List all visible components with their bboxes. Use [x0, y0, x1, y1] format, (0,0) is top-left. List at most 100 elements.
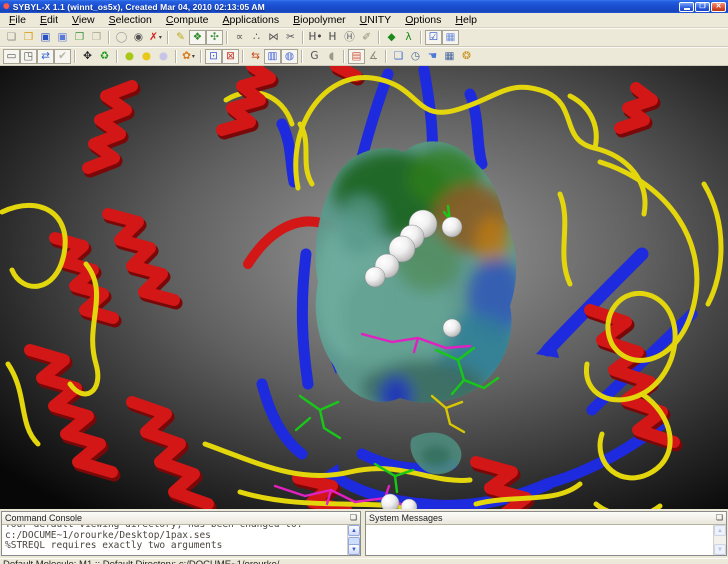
- remote-display-icon[interactable]: ▦: [441, 49, 458, 64]
- display-window-icon-glyph: ▭: [7, 51, 17, 62]
- bond-tool-icon[interactable]: ⋈: [265, 30, 282, 45]
- window-manager-icon-glyph: ❏: [394, 51, 403, 62]
- mouse-settings-icon[interactable]: ◖: [323, 49, 340, 64]
- add-hydrogens-icon[interactable]: H•: [307, 30, 324, 45]
- join-atoms-icon[interactable]: ∝: [231, 30, 248, 45]
- sphere-display-icon[interactable]: ◍: [281, 49, 298, 64]
- cut-bond-icon[interactable]: ✂: [282, 30, 299, 45]
- viewport-3d[interactable]: [0, 66, 728, 509]
- apply-view-icon[interactable]: ✔: [54, 49, 71, 64]
- measure-tool-icon-glyph: λ: [405, 32, 411, 43]
- title-bar[interactable]: ✺ SYBYL-X 1.1 (winnt_os5x), Created Mar …: [0, 0, 728, 13]
- menu-item-options[interactable]: Options: [398, 13, 448, 27]
- delete-icon[interactable]: ✗▾: [147, 30, 164, 45]
- status-bar: Default Molecule: M1 :: Default Director…: [0, 558, 728, 564]
- menu-item-compute[interactable]: Compute: [159, 13, 216, 27]
- restore-button[interactable]: ❐: [695, 2, 710, 12]
- license-icon[interactable]: ❂: [458, 49, 475, 64]
- add-label-icon[interactable]: ⊡: [205, 49, 222, 64]
- new-file-icon[interactable]: ❏: [3, 30, 20, 45]
- menu-item-applications[interactable]: Applications: [215, 13, 286, 27]
- add-light-icon[interactable]: ●: [121, 49, 138, 64]
- open-file-icon[interactable]: ❒: [20, 30, 37, 45]
- add-light-icon-glyph: ●: [125, 51, 134, 62]
- system-messages-header[interactable]: System Messages ❏: [366, 512, 726, 525]
- light-on-icon[interactable]: ●: [138, 49, 155, 64]
- scroll-up-icon[interactable]: ▲: [714, 525, 726, 536]
- depth-cue-icon[interactable]: ▥: [264, 49, 281, 64]
- menu-item-edit[interactable]: Edit: [33, 13, 65, 27]
- fit-view-icon[interactable]: ◳: [20, 49, 37, 64]
- minimize-energy-icon[interactable]: ◆: [383, 30, 400, 45]
- history-icon[interactable]: ◷: [407, 49, 424, 64]
- gasteiger-charges-icon-glyph: G: [310, 51, 318, 62]
- toolbar-separator: [420, 31, 422, 44]
- show-hydrogens-icon[interactable]: H: [324, 30, 341, 45]
- command-console-body[interactable]: Your default viewing directory, has been…: [2, 525, 360, 555]
- remove-label-icon[interactable]: ⊠: [222, 49, 239, 64]
- scroll-up-icon[interactable]: ▲: [348, 525, 360, 536]
- swap-colors-icon[interactable]: ⇆: [247, 49, 264, 64]
- import-icon[interactable]: ❐: [88, 30, 105, 45]
- system-messages-panel: System Messages ❏ ▲ ▼: [365, 511, 727, 556]
- export-image-icon[interactable]: ❐: [71, 30, 88, 45]
- save-as-icon[interactable]: ▣: [54, 30, 71, 45]
- color-palette-icon[interactable]: ✿▾: [180, 49, 197, 64]
- toolbar-separator: [301, 50, 303, 63]
- system-messages-body[interactable]: ▲ ▼: [366, 525, 726, 555]
- lasso-select-icon[interactable]: ◯: [113, 30, 130, 45]
- detach-panel-icon[interactable]: ❏: [350, 514, 357, 522]
- join-atoms-icon-glyph: ∝: [236, 32, 244, 43]
- scroll-down-icon[interactable]: ▼: [348, 544, 360, 555]
- menu-bar: FileEditViewSelectionComputeApplications…: [0, 13, 728, 28]
- spreadsheet-icon[interactable]: ▦: [442, 30, 459, 45]
- save-icon[interactable]: ▣: [37, 30, 54, 45]
- spreadsheet-icon-glyph: ▦: [446, 32, 456, 43]
- gasteiger-charges-icon[interactable]: G: [306, 49, 323, 64]
- window-manager-icon[interactable]: ❏: [390, 49, 407, 64]
- close-button[interactable]: ✕: [711, 2, 726, 12]
- menu-item-biopolymer[interactable]: Biopolymer: [286, 13, 353, 27]
- detach-panel-icon[interactable]: ❏: [716, 514, 723, 522]
- center-view-icon-glyph: ✥: [83, 51, 92, 62]
- light-off-icon[interactable]: ●: [155, 49, 172, 64]
- sketch-molecule-icon[interactable]: ✎: [172, 30, 189, 45]
- pointer-mode-icon[interactable]: ☚: [424, 49, 441, 64]
- app-icon: ✺: [3, 2, 10, 11]
- minimize-button[interactable]: [679, 2, 694, 12]
- menu-item-file[interactable]: File: [2, 13, 33, 27]
- menu-item-selection[interactable]: Selection: [102, 13, 159, 27]
- recenter-molecule-icon[interactable]: ♻: [96, 49, 113, 64]
- selection-table-icon[interactable]: ☑: [425, 30, 442, 45]
- light-off-icon-glyph: ●: [159, 51, 168, 62]
- refresh-view-icon[interactable]: ⇄: [37, 49, 54, 64]
- edit-molecule-icon[interactable]: ✣: [206, 30, 223, 45]
- console-scrollbar[interactable]: ▲ ▼: [347, 525, 360, 555]
- snapshot-icon[interactable]: ◉: [130, 30, 147, 45]
- toolbar-separator: [242, 50, 244, 63]
- measure-tool-icon[interactable]: λ: [400, 30, 417, 45]
- chirality-icon[interactable]: ∡: [365, 49, 382, 64]
- snapshot-icon-glyph: ◉: [134, 32, 143, 43]
- scroll-down-icon[interactable]: ▼: [714, 544, 726, 555]
- center-view-icon[interactable]: ✥: [79, 49, 96, 64]
- command-console-header[interactable]: Command Console ❏: [2, 512, 360, 525]
- legend-icon[interactable]: ▤: [348, 49, 365, 64]
- hide-hydrogens-icon-glyph: Ⓗ: [344, 32, 355, 43]
- add-label-icon-glyph: ⊡: [209, 51, 218, 62]
- menu-item-help[interactable]: Help: [448, 13, 484, 27]
- fuse-fragments-icon[interactable]: ∴: [248, 30, 265, 45]
- status-text: Default Molecule: M1 :: Default Director…: [3, 559, 279, 564]
- probe-tool-icon[interactable]: ✐: [358, 30, 375, 45]
- menu-item-view[interactable]: View: [65, 13, 102, 27]
- view-molecule-icon[interactable]: ❖: [189, 30, 206, 45]
- recenter-molecule-icon-glyph: ♻: [100, 51, 109, 62]
- display-window-icon[interactable]: ▭: [3, 49, 20, 64]
- hide-hydrogens-icon[interactable]: Ⓗ: [341, 30, 358, 45]
- messages-scrollbar[interactable]: ▲ ▼: [713, 525, 726, 555]
- menu-item-unity[interactable]: UNITY: [353, 13, 399, 27]
- sybyl-window: ✺ SYBYL-X 1.1 (winnt_os5x), Created Mar …: [0, 0, 728, 564]
- toolbar-row-1: ❏❒▣▣❐❐◯◉✗▾✎❖✣∝∴⋈✂H•HⒽ✐◆λ☑▦: [0, 28, 728, 47]
- toolbar-separator: [378, 31, 380, 44]
- system-messages-title: System Messages: [369, 513, 716, 523]
